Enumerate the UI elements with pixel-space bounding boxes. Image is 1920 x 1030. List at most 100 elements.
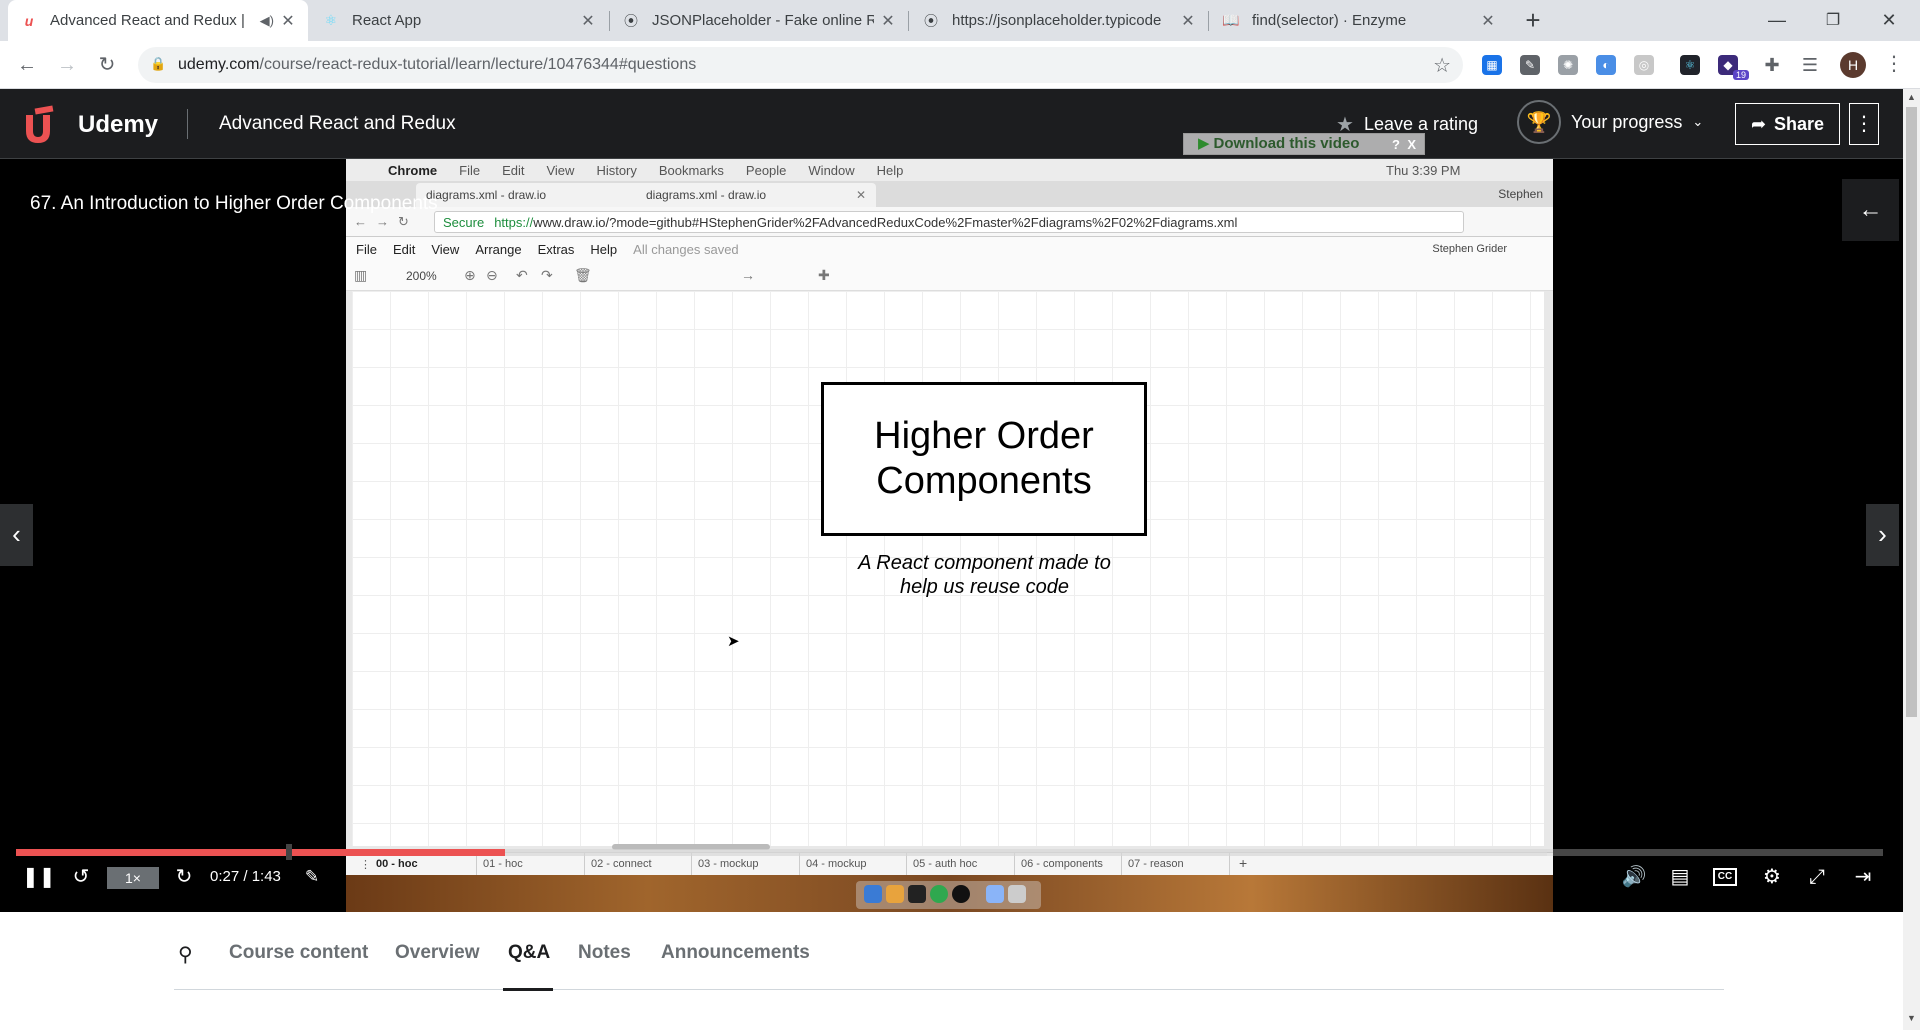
add-note-icon[interactable]: ✎ xyxy=(300,865,324,889)
extension-icon[interactable]: ◎ xyxy=(1634,55,1654,75)
drawio-page-tab: 00 - hoc xyxy=(376,858,418,870)
scroll-up-icon[interactable]: ▲ xyxy=(1907,92,1916,102)
address-bar[interactable]: 🔒 udemy.com/course/react-redux-tutorial/… xyxy=(138,47,1463,83)
share-button[interactable]: ➦ Share xyxy=(1735,103,1840,145)
drawio-page-tab: 04 - mockup xyxy=(806,858,867,870)
recorded-browser-tabs: diagrams.xml - draw.io ✕ diagrams.xml - d… xyxy=(346,181,1553,207)
back-icon[interactable]: ← xyxy=(12,50,42,80)
hoc-subtitle: A React component made to help us reuse c… xyxy=(812,551,1157,599)
close-tab-icon[interactable]: ✕ xyxy=(1480,11,1496,31)
time-display: 0:27 / 1:43 xyxy=(210,868,281,885)
gear-extension-icon[interactable]: ✺ xyxy=(1558,55,1578,75)
recorded-menu-item: People xyxy=(745,162,787,178)
download-help-icon[interactable]: ? xyxy=(1392,135,1400,155)
volume-icon[interactable]: 🔊 xyxy=(1620,865,1648,889)
recorded-url-scheme: https:// xyxy=(494,215,534,230)
scrollbar-thumb[interactable] xyxy=(1906,107,1917,717)
close-tab-icon[interactable]: ✕ xyxy=(280,11,296,31)
browser-tab-jsonplaceholder[interactable]: ⦿ JSONPlaceholder - Fake online RE ✕ xyxy=(610,0,908,41)
recorded-tab-close-icon: ✕ xyxy=(856,188,867,202)
tab-announcements[interactable]: Announcements xyxy=(661,942,810,964)
page-divider xyxy=(799,853,800,876)
page-scrollbar[interactable]: ▲ ▼ xyxy=(1903,89,1920,1030)
trophy-icon: 🏆 xyxy=(1517,100,1561,144)
new-tab-icon[interactable]: + xyxy=(1519,6,1547,34)
expand-sidebar-icon[interactable]: ← xyxy=(1842,179,1899,241)
extension-icon[interactable]: ◐ xyxy=(1596,55,1616,75)
settings-gear-icon[interactable]: ⚙ xyxy=(1758,865,1786,889)
react-favicon-icon: ⚛ xyxy=(324,12,338,28)
seek-bar[interactable] xyxy=(16,844,1883,860)
recorded-secure-label: Secure xyxy=(443,215,485,230)
recorded-menu-item: History xyxy=(596,162,637,178)
reload-icon[interactable]: ↻ xyxy=(92,50,122,80)
minimize-icon[interactable]: — xyxy=(1754,0,1800,41)
page-divider xyxy=(906,853,907,876)
url-path: /course/react-redux-tutorial/learn/lectu… xyxy=(259,56,697,73)
transcript-icon[interactable]: ▤ xyxy=(1666,865,1694,889)
close-tab-icon[interactable]: ✕ xyxy=(880,11,896,31)
window-close-icon[interactable]: ✕ xyxy=(1866,0,1912,41)
browser-menu-icon[interactable]: ⋮ xyxy=(1884,51,1904,76)
browser-tab-jsonplaceholder-2[interactable]: ⦿ https://jsonplaceholder.typicode ✕ xyxy=(910,0,1208,41)
playback-speed-button[interactable]: 1× xyxy=(107,867,159,889)
profile-avatar[interactable]: H xyxy=(1840,52,1866,78)
browser-tab-udemy[interactable]: u Advanced React and Redux | ◀) ✕ xyxy=(8,0,308,41)
tab-qa[interactable]: Q&A xyxy=(508,942,550,964)
video-player[interactable]: Chrome File Edit View History Bookmarks … xyxy=(0,159,1903,912)
puzzle-extensions-icon[interactable]: ✚ xyxy=(1762,55,1782,75)
download-banner-text: Download this video xyxy=(1213,135,1360,152)
restore-icon[interactable]: ❐ xyxy=(1810,0,1856,41)
media-queue-icon[interactable]: ☰ xyxy=(1800,55,1820,75)
bookmark-star-icon[interactable]: ☆ xyxy=(1433,53,1451,78)
your-progress-button[interactable]: 🏆 Your progress ⌄ xyxy=(1517,100,1703,144)
download-video-banner[interactable]: ▶ Download this video ? X xyxy=(1183,133,1425,155)
lecture-title: 67. An Introduction to Higher Order Comp… xyxy=(30,193,438,214)
react-devtools-icon[interactable]: ⚛ xyxy=(1680,55,1700,75)
close-tab-icon[interactable]: ✕ xyxy=(1180,11,1196,31)
eyedropper-extension-icon[interactable]: ✎ xyxy=(1520,55,1540,75)
app-dock-icon xyxy=(930,885,948,903)
lock-icon[interactable]: 🔒 xyxy=(150,56,166,72)
chevron-down-icon: ⌄ xyxy=(1692,114,1704,129)
extension-icon[interactable]: ▦ xyxy=(1482,55,1502,75)
tab-overview[interactable]: Overview xyxy=(395,942,480,964)
udemy-logo-text[interactable]: Udemy xyxy=(78,111,158,139)
more-options-icon[interactable]: ⋮ xyxy=(1849,103,1879,145)
pause-icon[interactable]: ❚❚ xyxy=(22,865,56,889)
bookmark-marker[interactable] xyxy=(286,844,292,860)
search-icon[interactable]: ⚲ xyxy=(178,942,193,967)
audio-playing-icon[interactable]: ◀) xyxy=(260,13,274,29)
close-tab-icon[interactable]: ✕ xyxy=(580,11,596,31)
browser-tab-enzyme[interactable]: 📖 find(selector) · Enzyme ✕ xyxy=(1210,0,1508,41)
page-divider xyxy=(584,853,585,876)
chrome-dock-icon xyxy=(886,885,904,903)
previous-lecture-icon[interactable]: ‹ xyxy=(0,504,33,566)
rewind-icon[interactable]: ↺ xyxy=(67,865,95,889)
drawio-menu-item: Help xyxy=(590,241,618,257)
forward-icon[interactable]: ↻ xyxy=(170,865,198,889)
tab-course-content[interactable]: Course content xyxy=(229,942,368,964)
drawio-menu-item: Extras xyxy=(537,241,575,257)
video-frame[interactable]: Chrome File Edit View History Bookmarks … xyxy=(346,159,1553,912)
course-title[interactable]: Advanced React and Redux xyxy=(219,113,456,135)
finder-dock-icon xyxy=(864,885,882,903)
drawio-saved-status: All changes saved xyxy=(633,241,739,257)
download-close-icon[interactable]: X xyxy=(1407,135,1416,155)
forward-icon[interactable]: → xyxy=(52,50,82,80)
theatre-mode-icon[interactable]: ⇥ xyxy=(1848,865,1878,889)
browser-tab-react-app[interactable]: ⚛ React App ✕ xyxy=(310,0,608,41)
next-lecture-icon[interactable]: › xyxy=(1866,504,1899,566)
drawio-canvas: Higher Order Components A React component… xyxy=(352,291,1544,846)
url-text[interactable]: udemy.com/course/react-redux-tutorial/le… xyxy=(178,56,696,74)
hoc-box-line2: Components xyxy=(876,460,1092,502)
drawio-menu-item: View xyxy=(431,241,460,257)
folder-dock-icon xyxy=(986,885,1004,903)
header-divider xyxy=(187,109,188,139)
fullscreen-icon[interactable]: ⤢ xyxy=(1803,865,1831,889)
captions-icon[interactable]: CC xyxy=(1713,868,1737,886)
scroll-down-icon[interactable]: ▼ xyxy=(1907,1013,1916,1023)
drawio-redo-icon: ↷ xyxy=(541,267,553,283)
udemy-logo-icon[interactable] xyxy=(20,105,70,145)
tab-notes[interactable]: Notes xyxy=(578,942,631,964)
